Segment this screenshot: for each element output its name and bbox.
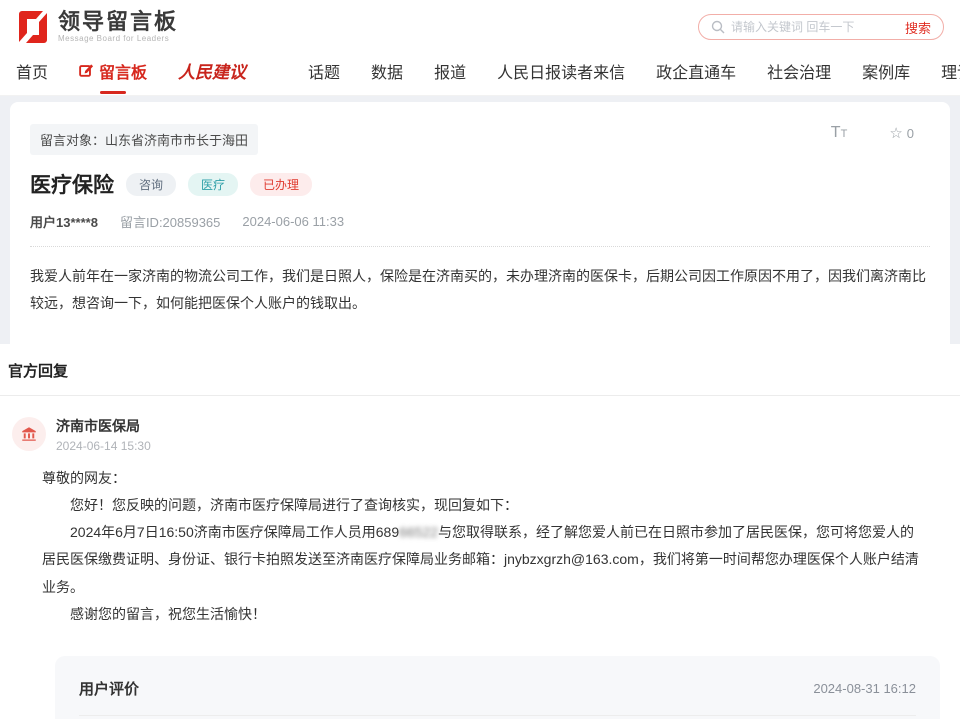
pen-board-icon: [79, 63, 94, 78]
nav-item-home[interactable]: 首页: [16, 59, 48, 83]
nav-item-social-governance[interactable]: 社会治理: [767, 59, 831, 83]
user-evaluation-box: 用户评价 2024-08-31 16:12 满意 解决力度： ★★★★★ 沟通态…: [55, 656, 940, 719]
nav-item-people-suggestions[interactable]: 人民建议: [178, 58, 246, 83]
agency-row: 济南市医保局 2024-06-14 15:30: [12, 416, 944, 453]
site-title: 领导留言板: [58, 10, 178, 34]
reply-block: 济南市医保局 2024-06-14 15:30 尊敬的网友： 您好！您反映的问题…: [0, 396, 960, 629]
reply-date: 2024-06-14 15:30: [56, 439, 151, 453]
reply-paragraph: 尊敬的网友：: [42, 465, 928, 492]
nav-item-topics[interactable]: 话题: [308, 59, 340, 83]
evaluation-title: 用户评价: [79, 678, 139, 699]
logo-text: 领导留言板 Message Board for Leaders: [58, 10, 178, 44]
site-subtitle: Message Board for Leaders: [58, 35, 178, 44]
nav-item-message-board[interactable]: 留言板: [79, 59, 147, 83]
favorite-control[interactable]: ☆ 0: [889, 124, 914, 142]
message-title: 医疗保险: [30, 169, 114, 199]
redacted-phone-digits: 66522: [399, 524, 438, 540]
header-top-row: 领导留言板 Message Board for Leaders 搜索: [16, 10, 944, 44]
nav-item-data[interactable]: 数据: [371, 59, 403, 83]
nav-item-label: 留言板: [99, 59, 147, 83]
evaluation-divider: [79, 715, 916, 716]
nav-item-reader-letters[interactable]: 人民日报读者来信: [497, 59, 625, 83]
nav-item-theory[interactable]: 理论: [941, 59, 960, 83]
nav-item-gov-enterprise[interactable]: 政企直通车: [656, 59, 736, 83]
official-reply-section: 官方回复 济南市医保局 2024-06-14 15:30 尊敬的网友： 您好！您…: [0, 344, 960, 719]
reply-paragraph: 感谢您的留言，祝您生活愉快！: [42, 601, 928, 628]
message-title-row: 医疗保险 咨询 医疗 已办理: [30, 169, 930, 199]
search-button[interactable]: 搜索: [905, 18, 931, 37]
star-outline-icon: ☆: [889, 124, 902, 142]
search-icon: [711, 20, 725, 34]
message-date: 2024-06-06 11:33: [242, 214, 344, 229]
nav-item-case-library[interactable]: 案例库: [862, 59, 910, 83]
favorite-count: 0: [907, 126, 914, 141]
main-nav: 首页 留言板 人民建议 话题 数据 报道 人民日报读者来信 政企直通车 社会治理…: [16, 58, 944, 95]
evaluation-header: 用户评价 2024-08-31 16:12: [79, 678, 916, 699]
logo-icon: [16, 10, 50, 44]
message-id: 留言ID:20859365: [120, 212, 220, 231]
site-header: 领导留言板 Message Board for Leaders 搜索 首页 留言…: [0, 0, 960, 96]
search-input[interactable]: [731, 20, 899, 34]
tag-category: 咨询: [126, 173, 176, 196]
agency-name: 济南市医保局: [56, 416, 151, 436]
official-reply-heading: 官方回复: [0, 360, 960, 395]
search-box[interactable]: 搜索: [698, 14, 944, 40]
reply-paragraph: 2024年6月7日16:50济南市医疗保障局工作人员用68966522与您取得联…: [42, 519, 928, 601]
active-tab-underline: [100, 91, 126, 94]
agency-avatar: [12, 417, 46, 451]
government-building-icon: [20, 425, 38, 443]
message-user: 用户13****8: [30, 212, 98, 231]
message-card: 留言对象：山东省济南市市长于海田 TT ☆ 0 医疗保险 咨询 医疗 已办理 用…: [10, 102, 950, 344]
message-tools: TT ☆ 0: [831, 124, 930, 142]
reply-paragraph: 您好！您反映的问题，济南市医疗保障局进行了查询核实，现回复如下：: [42, 492, 928, 519]
agency-info: 济南市医保局 2024-06-14 15:30: [56, 416, 151, 453]
message-meta-row: 用户13****8 留言ID:20859365 2024-06-06 11:33: [30, 212, 930, 247]
evaluation-date: 2024-08-31 16:12: [813, 681, 916, 696]
nav-item-reports[interactable]: 报道: [434, 59, 466, 83]
tag-status: 已办理: [250, 173, 312, 196]
tag-domain: 医疗: [188, 173, 238, 196]
message-target-badge: 留言对象：山东省济南市市长于海田: [30, 124, 258, 155]
site-logo[interactable]: 领导留言板 Message Board for Leaders: [16, 10, 178, 44]
message-card-top: 留言对象：山东省济南市市长于海田 TT ☆ 0: [30, 124, 930, 155]
font-size-icon[interactable]: TT: [831, 124, 848, 142]
message-body: 我爱人前年在一家济南的物流公司工作，我们是日照人，保险是在济南买的，未办理济南的…: [30, 263, 930, 318]
reply-text: 尊敬的网友： 您好！您反映的问题，济南市医疗保障局进行了查询核实，现回复如下： …: [12, 453, 944, 629]
